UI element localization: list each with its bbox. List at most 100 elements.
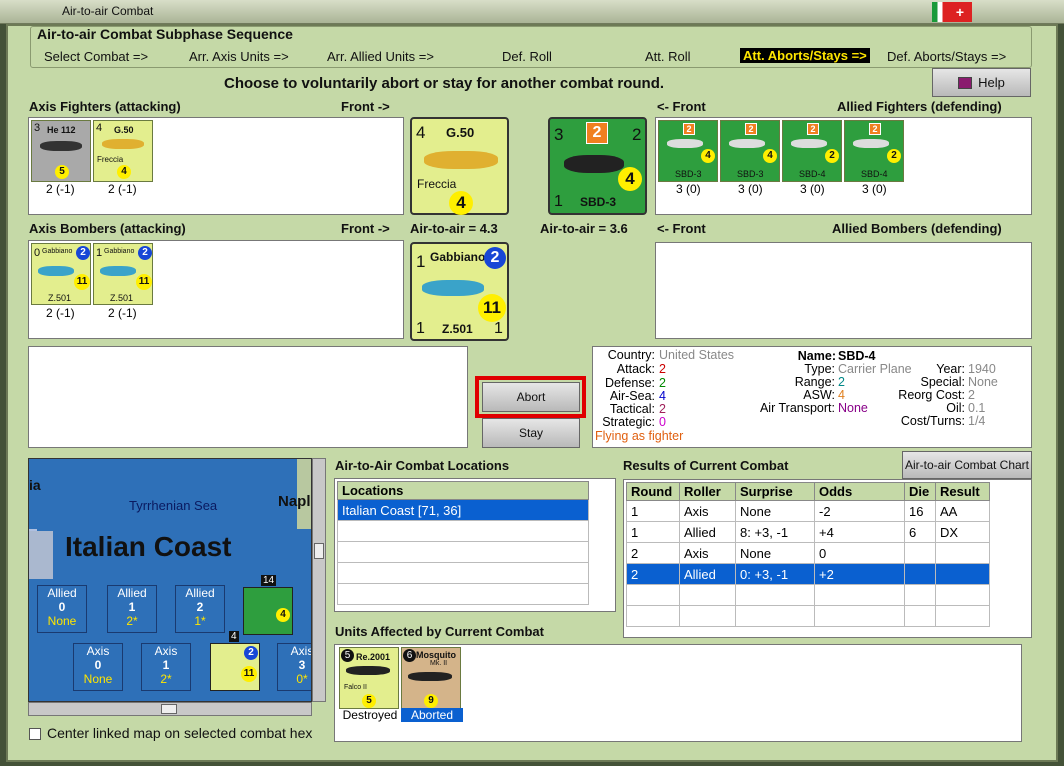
phase-att-roll: Att. Roll <box>645 49 691 64</box>
col-odds: Odds <box>814 482 905 501</box>
cell <box>735 605 815 627</box>
attack-key: Attack: <box>616 362 655 376</box>
allied-fighter-counter-1[interactable]: 2 4 SBD-3 <box>658 120 718 182</box>
counter-left: 1 <box>96 247 103 259</box>
allied-fighter-counter-4[interactable]: 2 2 SBD-4 <box>844 120 904 182</box>
abort-button[interactable]: Abort <box>482 382 580 412</box>
map-counter-strip <box>29 531 53 579</box>
result-row-empty <box>626 584 990 606</box>
counter-name: Gabbiano <box>42 248 73 255</box>
scroll-thumb-h[interactable] <box>161 704 177 714</box>
attack-value: 2 <box>659 362 666 376</box>
affected-counter-1[interactable]: 5 Re.2001 Falco II 5 <box>339 647 399 709</box>
asw-key: ASW: <box>803 388 835 402</box>
map-vscrollbar[interactable] <box>312 458 326 702</box>
counter-left: 4 <box>96 122 103 134</box>
cell: 8: +3, -1 <box>735 521 815 543</box>
special-key: Special: <box>920 375 965 389</box>
phase-arr-axis: Arr. Axis Units => <box>189 49 289 64</box>
allied-fighter-counter-3[interactable]: 2 2 SBD-4 <box>782 120 842 182</box>
cell: +2 <box>814 563 905 585</box>
scroll-thumb-v[interactable] <box>314 543 324 559</box>
cell: 1 <box>626 521 680 543</box>
box-value: 2* <box>160 672 172 686</box>
axis-bomber-counter-1[interactable]: 0 Gabbiano 2 11 Z.501 <box>31 243 91 305</box>
empty-cell <box>337 520 589 542</box>
cell: 2 <box>626 542 680 564</box>
axis-front-fighter-counter[interactable]: 4 G.50 Freccia 4 <box>410 117 509 215</box>
axis-fighters-label: Axis Fighters (attacking) <box>29 99 181 114</box>
box-count: 1 <box>162 658 170 672</box>
box-side: Axis <box>86 644 110 658</box>
cell: Axis <box>679 500 736 522</box>
cell <box>935 542 990 564</box>
location-row-empty <box>337 520 589 542</box>
col-result: Result <box>935 482 990 501</box>
counter-name: He 112 <box>47 125 76 135</box>
phase-def-roll: Def. Roll <box>502 49 552 64</box>
map-view[interactable]: ia Tyrrhenian Sea Napl Italian Coast All… <box>28 458 312 702</box>
counter-top: 2 <box>745 123 757 135</box>
combat-chart-button[interactable]: Air-to-air Combat Chart <box>902 451 1032 479</box>
seaplane-icon <box>422 280 484 296</box>
cell: Axis <box>679 542 736 564</box>
cell: Allied <box>679 563 736 585</box>
airtrans-value: None <box>838 401 868 415</box>
counter-bottom: 1 <box>554 193 563 210</box>
allied-box-2[interactable]: Allied 2 1* <box>175 585 225 633</box>
plane-icon <box>729 139 765 148</box>
cell: Allied <box>679 521 736 543</box>
axis-box-1[interactable]: Axis 1 2* <box>141 643 191 691</box>
center-map-checkbox[interactable] <box>29 728 41 740</box>
cell: 1 <box>626 500 680 522</box>
airsea-key: Air-Sea: <box>609 389 655 403</box>
allied-fighter-counter-2[interactable]: 2 4 SBD-3 <box>720 120 780 182</box>
axis-bomber-counter-2[interactable]: 1 Gabbiano 2 11 Z.501 <box>93 243 153 305</box>
cell <box>735 584 815 606</box>
result-row-selected[interactable]: 2 Allied 0: +3, -1 +2 <box>626 563 990 585</box>
axis-fighter-counter-2[interactable]: 4 G.50 Freccia 4 <box>93 120 153 182</box>
counter-top: 2 <box>683 123 695 135</box>
counter-value: 9 <box>424 694 438 708</box>
affected-counter-2[interactable]: 6 Mosquito Mk. II 9 <box>401 647 461 709</box>
help-label: Help <box>978 75 1005 90</box>
cell <box>626 605 680 627</box>
allied-box-0[interactable]: Allied 0 None <box>37 585 87 633</box>
map-axis-counter[interactable]: 2 11 <box>210 643 260 691</box>
result-row[interactable]: 1 Axis None -2 16 AA <box>626 500 990 522</box>
location-row-empty <box>337 583 589 605</box>
allied-fighters-label: Allied Fighters (defending) <box>837 99 1002 114</box>
axis-front-bomber-counter[interactable]: 1 Gabbiano 2 11 1 Z.501 1 <box>410 242 509 341</box>
location-row-empty <box>337 562 589 584</box>
counter-name: SBD-3 <box>580 195 617 209</box>
flying-as: Flying as fighter <box>595 429 684 443</box>
map-sea-label: Tyrrhenian Sea <box>129 498 218 513</box>
box-count: 1 <box>128 600 136 614</box>
allied-box-1[interactable]: Allied 1 2* <box>107 585 157 633</box>
box-side: Axis <box>154 644 178 658</box>
axis-fighter-counter-1[interactable]: 3 He 112 5 <box>31 120 91 182</box>
map-napl-label: Napl <box>278 493 311 510</box>
box-value: 2* <box>126 614 138 628</box>
swiss-flag-icon[interactable]: + <box>948 2 972 22</box>
allied-front-fighter-counter[interactable]: 3 2 2 4 1 SBD-3 <box>548 117 647 215</box>
range-value: 2 <box>838 375 845 389</box>
location-row[interactable]: Italian Coast [71, 36] <box>337 499 589 521</box>
seaplane-icon <box>38 266 74 276</box>
help-button[interactable]: Help <box>932 68 1031 97</box>
result-row[interactable]: 2 Axis None 0 <box>626 542 990 564</box>
axis-box-2[interactable]: Axis 3 0* <box>277 643 311 691</box>
map-hscrollbar[interactable] <box>28 702 312 716</box>
reorg-key: Reorg Cost: <box>898 388 965 402</box>
map-allied-counter[interactable]: 4 <box>243 587 293 635</box>
cost-value: 1/4 <box>968 414 986 428</box>
allied-a2a-label: Air-to-air = 3.6 <box>540 221 628 236</box>
plane-icon <box>424 151 498 169</box>
result-row[interactable]: 1 Allied 8: +3, -1 +4 6 DX <box>626 521 990 543</box>
cell: 6 <box>904 521 936 543</box>
axis-box-0[interactable]: Axis 0 None <box>73 643 123 691</box>
cell: DX <box>935 521 990 543</box>
plane-icon <box>102 139 144 149</box>
stay-button[interactable]: Stay <box>482 418 580 448</box>
box-count: 0 <box>94 658 102 672</box>
